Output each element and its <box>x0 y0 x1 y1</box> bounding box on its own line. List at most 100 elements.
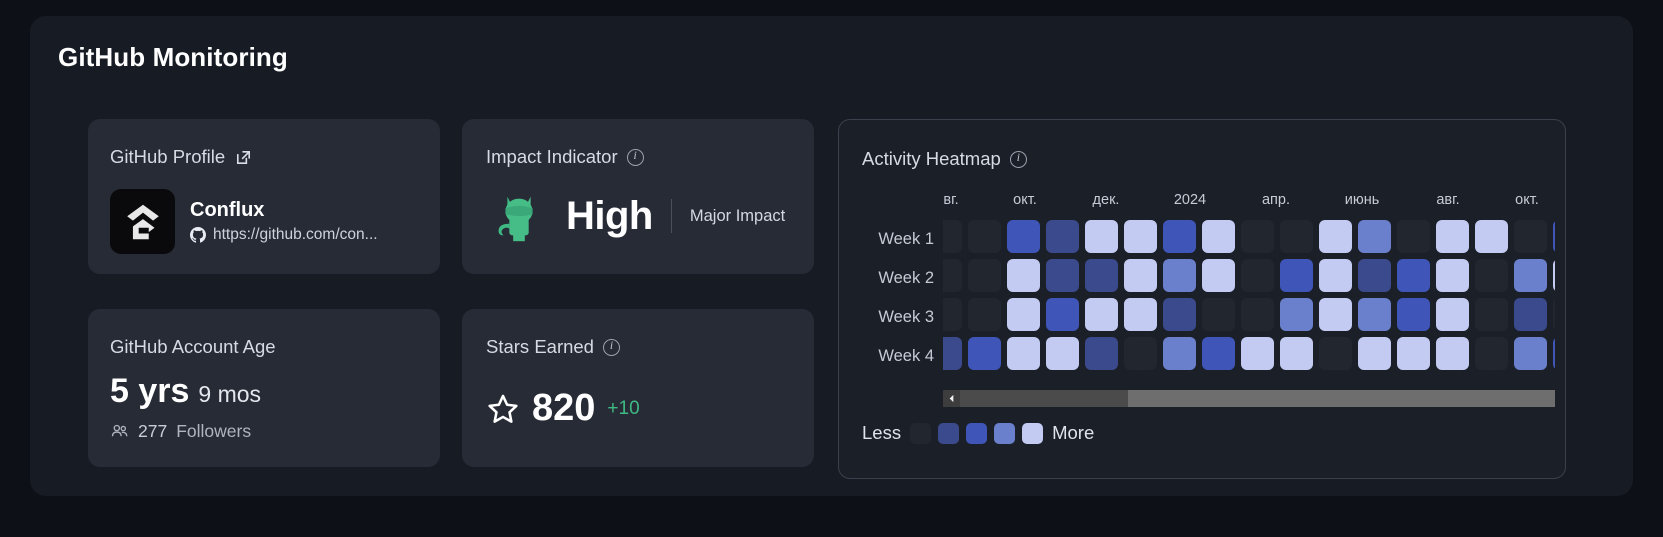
heatmap-cell[interactable] <box>1280 259 1313 292</box>
heatmap-cell[interactable] <box>1553 298 1555 331</box>
heatmap-cell[interactable] <box>1475 298 1508 331</box>
stars-earned-card[interactable]: Stars Earned i 820 +10 <box>462 309 814 467</box>
heatmap-cell[interactable] <box>1436 259 1469 292</box>
heatmap-cell[interactable] <box>1085 220 1118 253</box>
info-icon[interactable]: i <box>1009 150 1027 168</box>
activity-heatmap-card[interactable]: Activity Heatmap i вг. окт. дек. 2024 апр. ию… <box>838 119 1566 479</box>
activity-heatmap-label: Activity Heatmap <box>862 148 1001 169</box>
heatmap-cell[interactable] <box>1319 259 1352 292</box>
heatmap-cell[interactable] <box>1202 298 1235 331</box>
followers-label: Followers <box>176 421 252 441</box>
heatmap-cell[interactable] <box>1007 259 1040 292</box>
heatmap-cell[interactable] <box>1046 337 1079 370</box>
heatmap-cell[interactable] <box>1241 298 1274 331</box>
profile-url-row[interactable]: https://github.com/con... <box>190 226 378 244</box>
heatmap-cell[interactable] <box>1163 337 1196 370</box>
heatmap-cell[interactable] <box>1085 337 1118 370</box>
heatmap-cell[interactable] <box>968 259 1001 292</box>
followers-count: 277 <box>138 421 168 441</box>
heatmap-cell[interactable] <box>1202 337 1235 370</box>
heatmap-cell[interactable] <box>1046 259 1079 292</box>
heatmap-cell[interactable] <box>1007 220 1040 253</box>
heatmap-grid-viewport[interactable] <box>943 220 1555 379</box>
heatmap-cell[interactable] <box>1475 259 1508 292</box>
legend-more-label: More <box>1052 422 1095 443</box>
heatmap-cell[interactable] <box>1358 259 1391 292</box>
heatmap-cell[interactable] <box>1046 220 1079 253</box>
heatmap-cell[interactable] <box>1124 259 1157 292</box>
heatmap-cell[interactable] <box>943 220 962 253</box>
heatmap-cell[interactable] <box>1202 220 1235 253</box>
heatmap-cell[interactable] <box>1514 220 1547 253</box>
heatmap-cell[interactable] <box>1163 298 1196 331</box>
heatmap-cell[interactable] <box>1241 259 1274 292</box>
heatmap-cell[interactable] <box>1514 298 1547 331</box>
legend-swatch <box>910 422 932 444</box>
heatmap-cell[interactable] <box>1085 298 1118 331</box>
heatmap-cell[interactable] <box>1046 298 1079 331</box>
heatmap-cell[interactable] <box>1163 220 1196 253</box>
heatmap-cell[interactable] <box>1514 337 1547 370</box>
heatmap-cell[interactable] <box>1007 298 1040 331</box>
heatmap-cell[interactable] <box>1319 337 1352 370</box>
app-root: GitHub Monitoring GitHub Profile Conflux… <box>0 0 1663 537</box>
heatmap-cell[interactable] <box>1397 220 1430 253</box>
github-profile-card[interactable]: GitHub Profile Conflux https://github.co… <box>88 119 440 274</box>
heatmap-cell[interactable] <box>1397 337 1430 370</box>
heatmap-cell[interactable] <box>1124 220 1157 253</box>
heatmap-body: Week 1 Week 2 Week 3 Week 4 <box>853 220 1555 379</box>
octocat-icon <box>498 196 533 242</box>
heatmap-cell[interactable] <box>1358 298 1391 331</box>
heatmap-grid[interactable] <box>943 220 1555 370</box>
heatmap-cell[interactable] <box>1436 337 1469 370</box>
chevron-left-icon[interactable] <box>943 390 960 407</box>
heatmap-cell[interactable] <box>1436 298 1469 331</box>
heatmap-cell[interactable] <box>1241 337 1274 370</box>
heatmap-cell[interactable] <box>1553 259 1555 292</box>
heatmap-cell[interactable] <box>1358 337 1391 370</box>
heatmap-row-label: Week 2 <box>878 269 934 287</box>
heatmap-cell[interactable] <box>1007 337 1040 370</box>
impact-indicator-card[interactable]: Impact Indicator i High Major Impact <box>462 119 814 274</box>
heatmap-cell[interactable] <box>1436 220 1469 253</box>
heatmap-month-label: дек. <box>1092 192 1120 208</box>
impact-value: High <box>566 193 653 238</box>
account-age-value-row: 5 yrs 9 mos <box>110 372 261 411</box>
heatmap-cell[interactable] <box>968 220 1001 253</box>
info-icon[interactable]: i <box>602 338 620 356</box>
impact-indicator-header: Impact Indicator i <box>486 146 644 168</box>
account-age-header: GitHub Account Age <box>110 336 276 358</box>
heatmap-cell[interactable] <box>943 337 962 370</box>
heatmap-cell[interactable] <box>1397 259 1430 292</box>
heatmap-cell[interactable] <box>1202 259 1235 292</box>
heatmap-cell[interactable] <box>1553 220 1555 253</box>
heatmap-cell[interactable] <box>1358 220 1391 253</box>
heatmap-cell[interactable] <box>1124 337 1157 370</box>
heatmap-cell[interactable] <box>968 298 1001 331</box>
info-icon[interactable]: i <box>626 148 644 166</box>
heatmap-cell[interactable] <box>968 337 1001 370</box>
heatmap-cell[interactable] <box>943 298 962 331</box>
heatmap-horizontal-scrollbar[interactable] <box>943 390 1555 407</box>
heatmap-cell[interactable] <box>1475 337 1508 370</box>
heatmap-cell[interactable] <box>1319 220 1352 253</box>
heatmap-cell[interactable] <box>1124 298 1157 331</box>
scrollbar-thumb[interactable] <box>960 390 1128 407</box>
heatmap-cell[interactable] <box>1085 259 1118 292</box>
heatmap-cell[interactable] <box>1553 337 1555 370</box>
heatmap-cell[interactable] <box>1475 220 1508 253</box>
heatmap-cell[interactable] <box>1280 298 1313 331</box>
github-account-age-card[interactable]: GitHub Account Age 5 yrs 9 mos 277 Follo… <box>88 309 440 467</box>
heatmap-cell[interactable] <box>1514 259 1547 292</box>
heatmap-cell[interactable] <box>943 259 962 292</box>
heatmap-cell[interactable] <box>1397 298 1430 331</box>
heatmap-cell[interactable] <box>1163 259 1196 292</box>
heatmap-cell[interactable] <box>1241 220 1274 253</box>
heatmap-row-label: Week 1 <box>878 230 934 248</box>
heatmap-cell[interactable] <box>1280 220 1313 253</box>
heatmap-row-labels: Week 1 Week 2 Week 3 Week 4 <box>853 220 943 379</box>
heatmap-cell[interactable] <box>1319 298 1352 331</box>
heatmap-cell[interactable] <box>1280 337 1313 370</box>
profile-name: Conflux <box>190 199 265 221</box>
external-link-icon[interactable] <box>234 148 253 167</box>
